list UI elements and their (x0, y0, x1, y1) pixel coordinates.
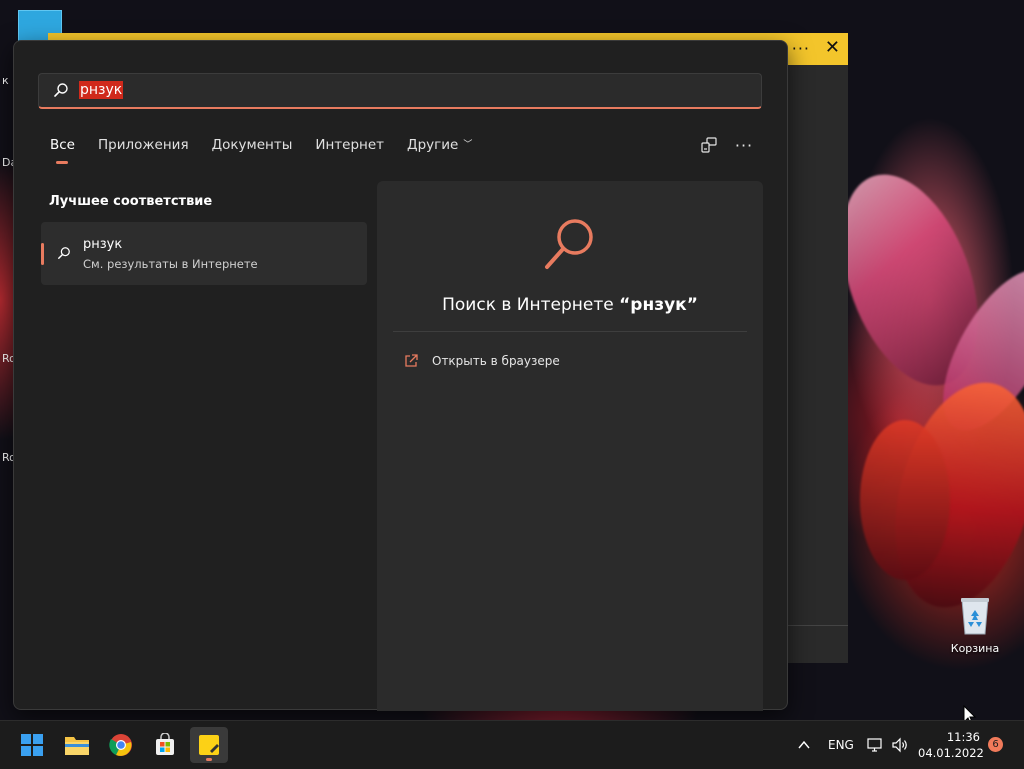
wallpaper-ribbon (860, 420, 950, 580)
windows-logo-icon (21, 734, 43, 756)
network-icon (867, 738, 882, 752)
search-icon (54, 83, 68, 97)
clock-time: 11:36 (946, 730, 980, 744)
tab-other[interactable]: Другие ﹀ (407, 137, 472, 167)
taskbar-file-explorer[interactable] (58, 727, 96, 763)
volume-button[interactable] (891, 721, 909, 769)
web-search-icon (545, 219, 593, 269)
search-query-text[interactable]: рнзук (79, 81, 124, 99)
speaker-icon (892, 737, 907, 753)
recycle-bin[interactable]: Корзина (946, 596, 1004, 655)
running-indicator (206, 758, 212, 761)
chevron-down-icon: ﹀ (463, 140, 473, 150)
selection-indicator (41, 243, 44, 265)
tab-internet[interactable]: Интернет (315, 137, 384, 167)
sticky-notes-icon (199, 735, 219, 755)
taskbar: ENG 11:36 04.01.2022 (0, 720, 1024, 769)
clock-date: 04.01.2022 (918, 746, 984, 760)
preview-title-query: “рнзук” (619, 295, 698, 315)
store-icon (156, 733, 174, 755)
chrome-icon (109, 734, 132, 756)
share-search-button[interactable] (697, 133, 721, 157)
search-flyout: рнзук Все Приложения Документы Интернет … (13, 40, 788, 711)
divider (393, 331, 747, 332)
tab-label: Все (50, 137, 75, 153)
search-icon (58, 247, 70, 259)
clock[interactable]: 11:36 04.01.2022 (918, 729, 984, 761)
recycle-bin-label: Корзина (950, 642, 1000, 655)
taskbar-store[interactable] (146, 727, 184, 763)
open-in-browser-label: Открыть в браузере (432, 354, 560, 368)
preview-pane: Поиск в Интернете “рнзук” Открыть в брау… (377, 181, 763, 711)
search-box[interactable]: рнзук (38, 73, 762, 109)
tab-label: Документы (211, 137, 293, 153)
tab-documents[interactable]: Документы (212, 137, 293, 167)
tab-apps[interactable]: Приложения (98, 137, 189, 167)
open-in-browser-action[interactable]: Открыть в браузере (403, 353, 560, 369)
result-title: рнзук (83, 237, 123, 252)
chevron-up-icon (798, 740, 810, 749)
open-external-icon (405, 354, 418, 367)
taskbar-chrome[interactable] (102, 727, 140, 763)
start-button[interactable] (13, 727, 51, 763)
more-options-button[interactable]: ··· (732, 133, 756, 157)
preview-title: Поиск в Интернете “рнзук” (377, 295, 763, 315)
tab-label: Приложения (98, 137, 189, 153)
desktop-icon-label: к (2, 74, 9, 87)
preview-title-prefix: Поиск в Интернете (442, 295, 620, 315)
taskbar-sticky-notes[interactable] (190, 727, 228, 763)
divider (788, 625, 848, 626)
language-indicator[interactable]: ENG (828, 721, 854, 769)
result-subtitle: См. результаты в Интернете (83, 257, 258, 271)
tab-all[interactable]: Все (50, 137, 75, 167)
tab-label: Другие (407, 137, 459, 153)
best-match-result[interactable]: рнзук См. результаты в Интернете (41, 222, 367, 285)
tab-label: Интернет (315, 137, 385, 153)
show-hidden-icons-button[interactable] (796, 721, 812, 769)
best-match-header: Лучшее соответствие (49, 194, 213, 209)
close-icon[interactable]: ✕ (825, 37, 840, 58)
recycle-bin-icon (958, 596, 992, 636)
folder-icon (65, 737, 89, 755)
connected-devices-icon (701, 137, 717, 153)
more-options-icon[interactable]: ··· (792, 39, 810, 58)
search-tabs: Все Приложения Документы Интернет Другие… (50, 137, 495, 167)
background-window-panel (788, 65, 848, 663)
network-button[interactable] (867, 721, 885, 769)
notification-badge[interactable]: 6 (988, 737, 1003, 752)
more-icon: ··· (734, 135, 754, 155)
